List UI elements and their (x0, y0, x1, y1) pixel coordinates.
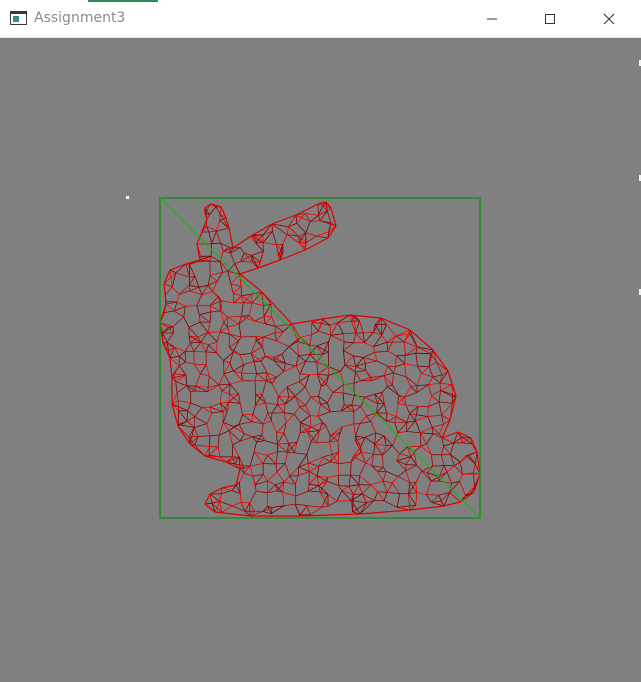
mesh-edge (242, 373, 257, 374)
mesh-edge (416, 353, 431, 354)
mesh-edge (426, 495, 438, 496)
mesh-edge (272, 224, 273, 231)
minimize-icon (486, 13, 498, 25)
mesh-edge (178, 401, 179, 411)
mesh-edge (267, 481, 268, 493)
scene-canvas (0, 38, 641, 677)
mesh-edge (241, 262, 253, 263)
mesh-edge (341, 411, 354, 412)
mesh-edge (359, 476, 360, 485)
title-accent (88, 0, 158, 2)
window-title: Assignment3 (34, 10, 125, 26)
title-bar[interactable]: Assignment3 (0, 0, 641, 38)
mesh-edge (337, 501, 351, 502)
console-window-icon (10, 11, 27, 25)
mesh-edge (217, 342, 218, 353)
mesh-edge (173, 327, 174, 333)
maximize-icon (544, 13, 556, 25)
mesh-edge (194, 417, 195, 428)
mesh-edge (378, 492, 387, 493)
maximize-button[interactable] (521, 0, 579, 38)
mesh-edge (278, 404, 286, 405)
mesh-edge (420, 433, 421, 446)
mesh-edge (354, 383, 355, 395)
mesh-edge (263, 464, 276, 465)
mesh-edge (351, 475, 360, 476)
picked-point (126, 196, 129, 199)
render-viewport[interactable] (0, 38, 641, 677)
close-button[interactable] (580, 0, 638, 38)
mesh-edge (267, 493, 268, 506)
mesh-edge (352, 321, 360, 322)
close-icon (603, 13, 615, 25)
minimize-button[interactable] (463, 0, 521, 38)
mesh-edge (418, 406, 428, 407)
